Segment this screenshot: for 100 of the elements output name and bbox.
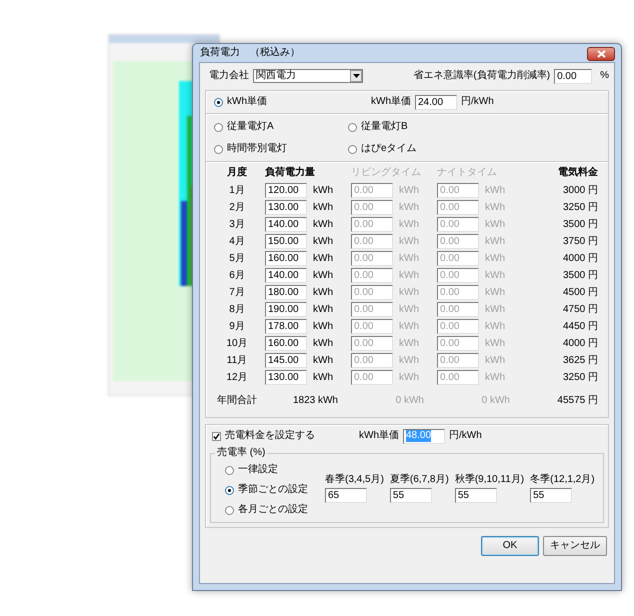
kwh-field[interactable]: 160.00 xyxy=(265,336,307,351)
unit-price-field[interactable]: 24.00 xyxy=(415,94,457,110)
saving-rate-field[interactable]: 0.00 xyxy=(554,68,592,84)
kwh-unit: kWh xyxy=(484,270,506,282)
month-cell-text: 2月 xyxy=(228,202,246,214)
month-cell-text: 1月 xyxy=(228,184,246,196)
kwh-unit: kWh xyxy=(312,270,334,282)
kwh-unit: kWh xyxy=(312,354,334,366)
season-rate-field[interactable]: 55 xyxy=(454,488,497,503)
fee-cell-text: 3250 円 xyxy=(562,202,598,214)
season-rate-field[interactable]: 55 xyxy=(530,488,572,503)
kwh-unit: kWh xyxy=(398,270,420,282)
kwh-unit: kWh xyxy=(484,252,506,264)
kwh-unit: kWh xyxy=(398,202,420,214)
kwh-unit: kWh xyxy=(398,320,420,332)
fee-cell-text: 3000 円 xyxy=(562,184,598,196)
fee-cell-text: 4500 円 xyxy=(562,286,598,298)
month-cell-text: 4月 xyxy=(228,236,246,248)
month-cell-text: 9月 xyxy=(228,320,246,332)
kwh-unit: kWh xyxy=(398,372,420,384)
rate-mode-radio[interactable]: 各月ごとの設定 xyxy=(225,504,325,516)
month-cell-text: 3月 xyxy=(228,218,246,230)
kwh-unit: kWh xyxy=(484,218,506,230)
season-label: 春季(3,4,5月) xyxy=(325,474,384,486)
month-cell-text: 8月 xyxy=(228,304,246,316)
dialog-button[interactable]: OK xyxy=(481,536,539,556)
kwh-unit: kWh xyxy=(484,338,506,350)
rate-mode-radio[interactable]: 季節ごとの設定 xyxy=(225,484,325,496)
kwh-unit: kWh xyxy=(312,236,334,248)
total-label: 年間合計 xyxy=(216,395,258,407)
kwh-unit: kWh xyxy=(398,236,420,248)
kwh-unit: kWh xyxy=(484,184,506,196)
fee-cell-text: 3625 円 xyxy=(562,354,598,366)
plan-radio[interactable]: 時間帯別電灯 xyxy=(214,143,348,155)
kwh-unit: kWh xyxy=(484,304,506,316)
season-rate-field[interactable]: 65 xyxy=(325,488,367,503)
fee-cell-text: 3250 円 xyxy=(562,372,598,384)
close-icon xyxy=(596,50,606,58)
kwh-unit: kWh xyxy=(312,320,334,332)
kwh-unit: kWh xyxy=(398,304,420,316)
unit-price-label: kWh単価 xyxy=(371,96,411,108)
season-rate-field[interactable]: 55 xyxy=(390,488,432,503)
sell-checkbox[interactable]: 売電料金を設定する xyxy=(212,430,315,442)
kwh-unit: kWh xyxy=(484,354,506,366)
unit-price-unit: 円/kWh xyxy=(461,96,494,108)
fee-cell-text: 4000 円 xyxy=(562,338,598,350)
company-label: 電力会社 xyxy=(209,70,249,82)
total-kwh-cell-text: 1823 kWh xyxy=(292,395,339,407)
plan-radio[interactable]: はぴeタイム xyxy=(348,143,600,155)
kwh-field[interactable]: 130.00 xyxy=(265,370,307,385)
kwh-field[interactable]: 178.00 xyxy=(265,319,307,334)
kwh-field[interactable]: 145.00 xyxy=(265,353,307,368)
total-kwh-cell-text: 0 kWh xyxy=(480,395,511,407)
kwh-unit: kWh xyxy=(312,184,334,196)
kwh-unit: kWh xyxy=(312,286,334,298)
fee-cell-text: 3500 円 xyxy=(562,218,598,230)
kwh-unit: kWh xyxy=(484,286,506,298)
kwh-field[interactable]: 150.00 xyxy=(265,234,307,249)
kwh-field[interactable]: 190.00 xyxy=(265,302,307,317)
sell-price-unit: 円/kWh xyxy=(449,430,482,442)
plan-radio[interactable]: kWh単価 xyxy=(214,96,267,108)
fee-cell-text: 4450 円 xyxy=(562,320,598,332)
month-cell-text: 6月 xyxy=(228,270,246,282)
kwh-unit: kWh xyxy=(484,202,506,214)
column-header: 月度 xyxy=(226,167,248,180)
company-dropdown[interactable]: 関西電力 xyxy=(253,69,363,83)
group-title: 売電率 (%) xyxy=(215,447,268,459)
kwh-field[interactable]: 140.00 xyxy=(265,268,307,283)
fee-cell-text: 4750 円 xyxy=(562,304,598,316)
fee-cell-text: 4000 円 xyxy=(562,252,598,264)
percent-unit: % xyxy=(600,70,609,82)
rate-mode-radio[interactable]: 一律設定 xyxy=(225,464,325,476)
kwh-unit: kWh xyxy=(484,372,506,384)
dialog-button[interactable]: キャンセル xyxy=(543,536,607,556)
kwh-unit: kWh xyxy=(312,338,334,350)
sell-price-label: kWh単価 xyxy=(359,430,399,442)
month-cell-text: 5月 xyxy=(228,252,246,264)
kwh-unit: kWh xyxy=(398,354,420,366)
kwh-field[interactable]: 140.00 xyxy=(265,217,307,232)
fee-cell-text: 3500 円 xyxy=(562,270,598,282)
kwh-unit: kWh xyxy=(398,286,420,298)
total-kwh-cell-text: 0 kWh xyxy=(394,395,425,407)
kwh-field[interactable]: 130.00 xyxy=(265,200,307,215)
column-header: 負荷電力量 xyxy=(265,167,316,180)
plan-radio[interactable]: 従量電灯B xyxy=(348,121,600,133)
close-button[interactable] xyxy=(587,47,615,61)
kwh-field[interactable]: 180.00 xyxy=(265,285,307,300)
kwh-unit: kWh xyxy=(484,236,506,248)
kwh-unit: kWh xyxy=(312,304,334,316)
kwh-unit: kWh xyxy=(312,372,334,384)
kwh-unit: kWh xyxy=(312,252,334,264)
plan-radio[interactable]: 従量電灯A xyxy=(214,121,348,133)
kwh-unit: kWh xyxy=(398,218,420,230)
kwh-field[interactable]: 120.00 xyxy=(265,183,307,198)
month-cell-text: 12月 xyxy=(225,372,249,384)
season-label: 冬季(12,1,2月) xyxy=(530,474,595,486)
kwh-field[interactable]: 160.00 xyxy=(265,251,307,266)
month-cell-text: 7月 xyxy=(228,286,246,298)
fee-cell-text: 3750 円 xyxy=(562,236,598,248)
saving-rate-label: 省エネ意識率(負荷電力削減率) xyxy=(413,70,550,82)
